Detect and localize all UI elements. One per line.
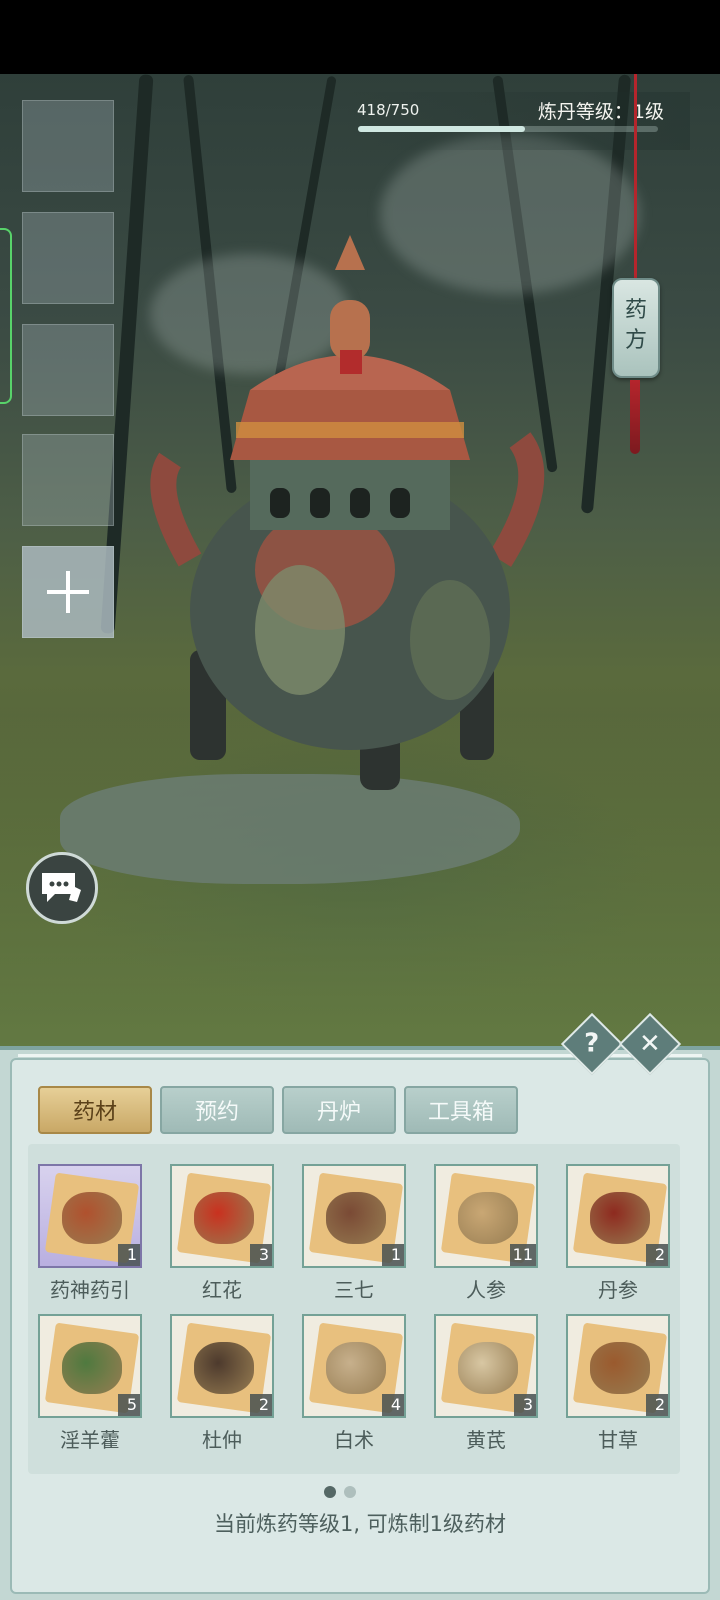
- exp-progress-fill: [358, 126, 526, 132]
- herb-item-count: 2: [646, 1394, 668, 1416]
- recipe-cord: [634, 74, 637, 279]
- herb-item-count: 5: [118, 1394, 140, 1416]
- herb-item-slot: 1: [38, 1164, 142, 1268]
- herb-item[interactable]: 1 三七: [302, 1164, 406, 1303]
- herb-item-slot: 11: [434, 1164, 538, 1268]
- page-dot-active[interactable]: [324, 1486, 336, 1498]
- tab-label: 药材: [72, 1100, 117, 1125]
- epimedium-leaf-icon: [62, 1342, 122, 1394]
- herb-item-name: 红花: [202, 1278, 242, 1302]
- herb-item-count: 2: [646, 1244, 668, 1266]
- herb-bundle-icon: [62, 1192, 122, 1244]
- exp-progress-bar: [358, 126, 658, 132]
- herb-item[interactable]: 2 丹参: [566, 1164, 670, 1303]
- question-icon: ?: [584, 1029, 600, 1059]
- herb-item-count: 1: [382, 1244, 404, 1266]
- page-dot[interactable]: [344, 1486, 356, 1498]
- eucommia-bark-icon: [194, 1342, 254, 1394]
- tab-toolbox[interactable]: 工具箱: [404, 1086, 518, 1134]
- herb-item[interactable]: 5 淫羊藿: [38, 1314, 142, 1453]
- salvia-root-icon: [590, 1192, 650, 1244]
- herb-item-count: 1: [118, 1244, 140, 1266]
- herb-item[interactable]: 11 人参: [434, 1164, 538, 1303]
- herb-item-slot: 3: [434, 1314, 538, 1418]
- herb-item-count: 3: [514, 1394, 536, 1416]
- alchemy-cauldron[interactable]: [150, 230, 550, 830]
- queue-slot-1[interactable]: [22, 100, 114, 192]
- exp-progress-text: 418/750: [357, 101, 420, 119]
- alchemy-level-label: 炼丹等级：1级: [537, 101, 664, 123]
- herb-item-count: 2: [250, 1394, 272, 1416]
- herb-item-name: 淫羊藿: [60, 1428, 120, 1452]
- ginseng-icon: [458, 1192, 518, 1244]
- herb-item-slot: 4: [302, 1314, 406, 1418]
- licorice-slices-icon: [590, 1342, 650, 1394]
- herb-item[interactable]: 1 药神药引: [38, 1164, 142, 1303]
- herb-item[interactable]: 3 黄芪: [434, 1314, 538, 1453]
- herb-item-count: 4: [382, 1394, 404, 1416]
- page-indicator: [324, 1486, 356, 1498]
- herb-item-name: 丹参: [598, 1278, 638, 1302]
- tab-reservation[interactable]: 预约: [160, 1086, 274, 1134]
- astragalus-slices-icon: [458, 1342, 518, 1394]
- tab-furnace[interactable]: 丹炉: [282, 1086, 396, 1134]
- recipe-tassel: [630, 380, 640, 454]
- status-bar: [0, 0, 720, 74]
- tab-herbs[interactable]: 药材: [38, 1086, 152, 1134]
- herb-item-count: 3: [250, 1244, 272, 1266]
- herb-item-name: 杜仲: [202, 1428, 242, 1452]
- notoginseng-icon: [326, 1192, 386, 1244]
- herb-item-name: 白术: [334, 1428, 374, 1452]
- herb-item-slot: 5: [38, 1314, 142, 1418]
- herb-item-slot: 2: [170, 1314, 274, 1418]
- tab-label: 预约: [194, 1100, 239, 1125]
- recipe-button-label: 药方: [624, 298, 647, 353]
- close-icon: ✕: [639, 1028, 661, 1059]
- herb-item-name: 甘草: [598, 1428, 638, 1452]
- atractylodes-icon: [326, 1342, 386, 1394]
- tab-label: 工具箱: [427, 1100, 494, 1125]
- herb-item-slot: 2: [566, 1314, 670, 1418]
- chat-button[interactable]: [26, 852, 98, 924]
- herb-item-count: 11: [509, 1244, 536, 1266]
- add-slot-button[interactable]: [22, 546, 114, 638]
- herb-item-name: 黄芪: [466, 1428, 506, 1452]
- queue-slot-2[interactable]: [22, 212, 114, 304]
- chat-bubble-icon: [42, 873, 81, 902]
- herb-item-slot: 2: [566, 1164, 670, 1268]
- queue-slot-4[interactable]: [22, 434, 114, 526]
- herb-item[interactable]: 2 杜仲: [170, 1314, 274, 1453]
- herb-item-name: 药神药引: [50, 1278, 130, 1302]
- herb-item-slot: 1: [302, 1164, 406, 1268]
- herb-item[interactable]: 3 红花: [170, 1164, 274, 1303]
- tab-label: 丹炉: [316, 1100, 361, 1125]
- herb-item[interactable]: 2 甘草: [566, 1314, 670, 1453]
- herb-item[interactable]: 4 白术: [302, 1314, 406, 1453]
- side-indicator: [0, 228, 12, 404]
- alchemy-hint-text: 当前炼药等级1, 可炼制1级药材: [213, 1512, 507, 1536]
- herb-item-name: 人参: [466, 1278, 506, 1302]
- queue-slot-3[interactable]: [22, 324, 114, 416]
- safflower-icon: [194, 1192, 254, 1244]
- plus-icon: [47, 571, 89, 613]
- herb-item-slot: 3: [170, 1164, 274, 1268]
- herb-item-name: 三七: [334, 1278, 374, 1302]
- recipe-button[interactable]: 药方: [612, 278, 660, 378]
